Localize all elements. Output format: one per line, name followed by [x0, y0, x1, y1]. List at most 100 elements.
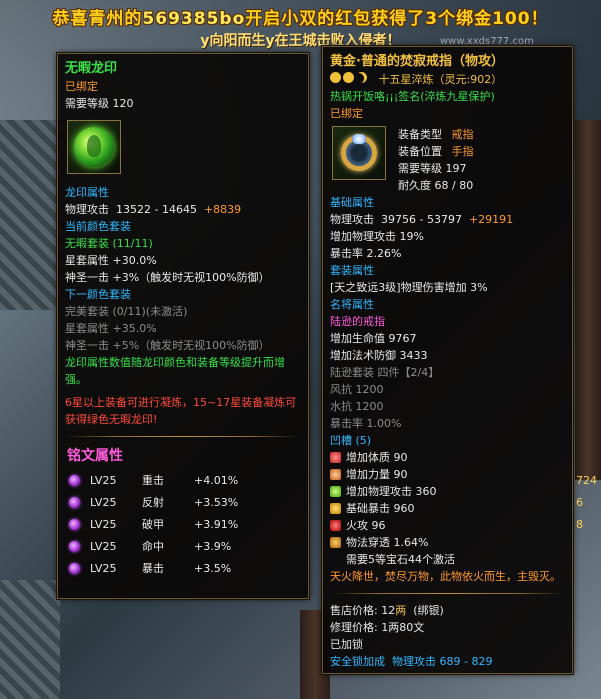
stat-physical-attack-pct: 增加物理攻击 19% [330, 230, 424, 243]
refine-row: 十五星淬炼（灵元:902） [330, 71, 565, 88]
socket-bonus: 增加物理攻击 360 [346, 485, 437, 498]
dragon-seal-tooltip: 无暇龙印 已绑定 需要等级 120 龙印属性 物理攻击 13522 - 1464… [57, 53, 309, 599]
socket-bonus: 增加力量 90 [346, 468, 408, 481]
inscription-row: LV25 破甲 +3.91% [65, 513, 301, 535]
section-divider [332, 593, 563, 594]
section-title-next-set: 下一颜色套装 [65, 288, 131, 301]
socket-bonus: 增加体质 90 [346, 451, 408, 464]
inscription-name: 暴击 [142, 562, 164, 575]
stat-crit-rate-set: 暴击率 1.00% [330, 417, 402, 430]
inscription-row: LV25 暴击 +3.5% [65, 557, 301, 579]
socket-bonus: 火攻 96 [346, 519, 386, 532]
next-set-star-attr: 星套属性 +35.0% [65, 322, 157, 335]
socket-row: 火攻 96 [330, 517, 565, 534]
refine-stars [330, 72, 367, 83]
required-level: 需要等级 120 [65, 97, 134, 110]
socket-row: 物法穿透 1.64% [330, 534, 565, 551]
yellow-gem-icon [330, 503, 341, 514]
section-divider [67, 436, 299, 437]
inscription-name: 破甲 [142, 518, 164, 531]
red-gem-icon [330, 520, 341, 531]
rune-gem-icon [69, 518, 80, 530]
inscription-name: 重击 [142, 474, 164, 487]
socket-row: 增加物理攻击 360 [330, 483, 565, 500]
refine-note: 6星以上装备可进行凝炼，15~17星装备凝炼可获得绿色无暇龙印! [65, 396, 297, 426]
inscription-row: LV25 反射 +3.53% [65, 491, 301, 513]
socket-activation: 需要5等宝石44个激活 [346, 553, 455, 566]
socket-row: 增加体质 90 [330, 449, 565, 466]
required-level: 需要等级 197 [398, 162, 467, 175]
section-title-seal-attr: 龙印属性 [65, 186, 109, 199]
rune-gem-icon [69, 496, 80, 508]
set-bonus: [天之致远3级]物理伤害增加 3% [330, 281, 488, 294]
equip-slot: 装备位置 手指 [398, 145, 474, 158]
socket-bonus: 基础暴击 960 [346, 502, 415, 515]
security-lock-bonus: 安全锁加成 物理攻击 689 - 829 [330, 655, 493, 668]
inscription-level: LV25 [90, 561, 117, 575]
stat-wind-resist: 风抗 1200 [330, 383, 384, 396]
inscription-value: +3.9% [194, 539, 232, 553]
stat-physical-attack: 物理攻击 39756 - 53797 +29191 [330, 213, 514, 226]
smiley-icon [343, 72, 354, 83]
inscription-level: LV25 [90, 517, 117, 531]
roof-tiles-bottom-left [0, 580, 60, 699]
inscription-value: +3.91% [194, 517, 239, 531]
set-star-attr: 星套属性 +30.0% [65, 254, 157, 267]
wooden-pillar [575, 120, 601, 480]
next-set-name: 完美套装 (0/11)(未激活) [65, 305, 188, 318]
repair-price: 修理价格: 1两80文 [330, 621, 425, 634]
stat-water-resist: 水抗 1200 [330, 400, 384, 413]
amber-gem-icon [330, 537, 341, 548]
red-gem-icon [330, 452, 341, 463]
orange-gem-icon [330, 469, 341, 480]
bound-status: 已绑定 [330, 107, 363, 120]
section-title-set: 套装属性 [330, 264, 374, 277]
lock-status: 已加锁 [330, 638, 363, 651]
stat-physical-attack: 物理攻击 13522 - 14645 +8839 [65, 203, 242, 216]
section-title-sockets: 凹槽 (5) [330, 434, 372, 447]
gold-ring-icon[interactable] [332, 126, 386, 180]
section-title-current-set: 当前颜色套装 [65, 220, 131, 233]
item-flavor-text: 天火降世，焚尽万物，此物依火而生，主毁灭。 [330, 570, 561, 583]
item-name: 黄金·普通的焚寂戒指（物攻） [330, 54, 504, 69]
inscription-list: LV25 重击 +4.01% LV25 反射 +3.53% LV25 破甲 +3.91% LV25… [65, 469, 301, 579]
smiley-icon [330, 72, 341, 83]
item-specs: 装备类型 戒指 装备位置 手指 需要等级 197 耐久度 68 / 80 [398, 126, 474, 194]
stat-magic-defense: 增加法术防御 3433 [330, 349, 428, 362]
inscription-level: LV25 [90, 495, 117, 509]
inscription-level: LV25 [90, 539, 117, 553]
rune-gem-icon [69, 540, 80, 552]
green-gem-icon [330, 486, 341, 497]
inscription-value: +3.5% [194, 561, 232, 575]
socket-list: 增加体质 90 增加力量 90 增加物理攻击 360 基础暴击 960 火攻 96 物法穿… [330, 449, 565, 551]
bound-status: 已绑定 [65, 80, 98, 93]
seal-growth-note: 龙印属性数值随龙印颜色和装备等级提升而增强。 [65, 356, 285, 386]
side-partial-numbers: 724 6 8 [576, 474, 597, 531]
item-name: 无暇龙印 [65, 61, 118, 76]
item-header: 装备类型 戒指 装备位置 手指 需要等级 197 耐久度 68 / 80 [330, 122, 565, 194]
socket-row: 基础暴击 960 [330, 500, 565, 517]
rune-gem-icon [69, 562, 80, 574]
rune-gem-icon [69, 474, 80, 486]
sell-price: 售店价格: 12两 (绑银) [330, 604, 444, 617]
dragon-seal-orb-icon[interactable] [67, 120, 121, 174]
inscription-value: +3.53% [194, 495, 239, 509]
inscription-level: LV25 [90, 473, 117, 487]
equip-type: 装备类型 戒指 [398, 128, 474, 141]
stat-crit-rate: 暴击率 2.26% [330, 247, 402, 260]
set-name: 无暇套装 (11/11) [65, 237, 153, 250]
moon-icon [356, 72, 367, 83]
section-title-base: 基础属性 [330, 196, 374, 209]
section-title-inscription: 铭文属性 [67, 448, 123, 464]
signature-note: 热锅开饭咯¡¡¡签名(淬炼九星保护) [330, 90, 495, 103]
socket-bonus: 物法穿透 1.64% [346, 536, 429, 549]
inscription-row: LV25 重击 +4.01% [65, 469, 301, 491]
famous-item-name: 陆逊的戒指 [330, 315, 385, 328]
next-set-divine-strike: 神圣一击 +5%（触发时无视100%防御） [65, 339, 270, 352]
inscription-value: +4.01% [194, 473, 239, 487]
luxun-set: 陆逊套装 四件【2/4】 [330, 366, 440, 379]
section-title-famous: 名将属性 [330, 298, 374, 311]
inscription-row: LV25 命中 +3.9% [65, 535, 301, 557]
socket-row: 增加力量 90 [330, 466, 565, 483]
set-divine-strike: 神圣一击 +3%（触发时无视100%防御） [65, 271, 270, 284]
